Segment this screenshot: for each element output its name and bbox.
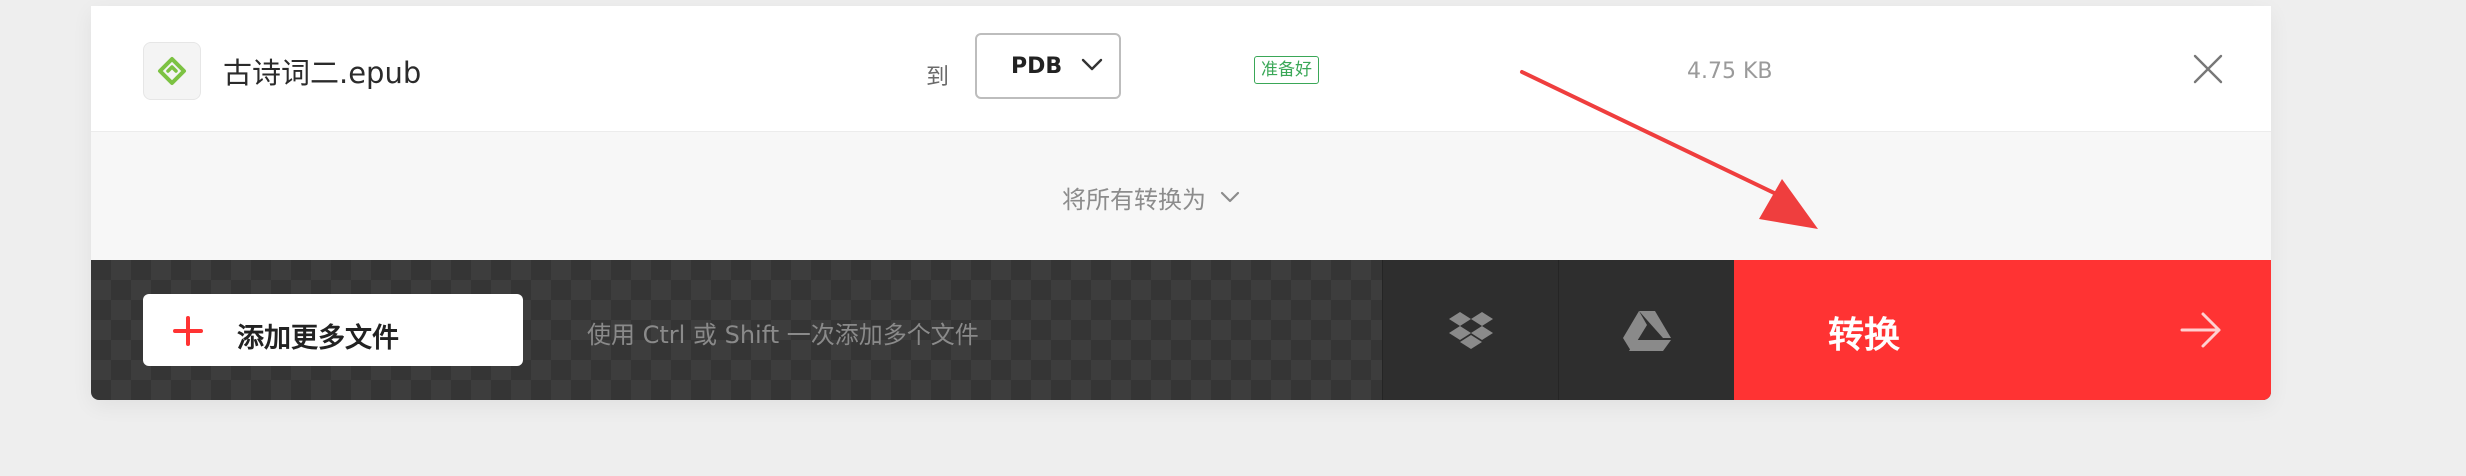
dropbox-button[interactable] [1382, 260, 1559, 400]
action-bar: 添加更多文件 使用 Ctrl 或 Shift 一次添加多个文件 转换 [91, 260, 2271, 400]
convert-button[interactable]: 转换 [1734, 260, 2271, 400]
remove-file-button[interactable] [2192, 53, 2224, 85]
google-drive-button[interactable] [1558, 260, 1735, 400]
convert-all-label: 将所有转换为 [1062, 185, 1206, 214]
close-icon [2193, 54, 2223, 84]
plus-icon [173, 316, 203, 346]
add-more-files-button[interactable]: 添加更多文件 [143, 294, 523, 366]
convert-all-dropdown[interactable]: 将所有转换为 [91, 132, 2271, 262]
file-size: 4.75 KB [1687, 59, 1773, 84]
converter-card: 古诗词二.epub 到 PDB 准备好 4.75 KB 将所有转换为 添加更多文… [91, 6, 2271, 400]
google-drive-icon [1623, 311, 1671, 351]
target-format-value: PDB [1011, 54, 1063, 79]
target-format-select[interactable]: PDB [975, 33, 1121, 99]
epub-file-icon [143, 42, 201, 100]
file-name: 古诗词二.epub [223, 56, 422, 90]
convert-button-label: 转换 [1828, 315, 1901, 356]
arrow-right-icon [2180, 312, 2221, 348]
chevron-down-icon [1081, 58, 1103, 71]
dropbox-icon [1449, 312, 1493, 349]
file-row: 古诗词二.epub 到 PDB 准备好 4.75 KB [91, 6, 2271, 132]
multi-select-hint: 使用 Ctrl 或 Shift 一次添加多个文件 [587, 321, 979, 349]
to-label: 到 [926, 64, 949, 90]
chevron-down-icon [1220, 191, 1240, 203]
add-more-files-label: 添加更多文件 [237, 323, 399, 354]
status-badge: 准备好 [1254, 56, 1319, 84]
